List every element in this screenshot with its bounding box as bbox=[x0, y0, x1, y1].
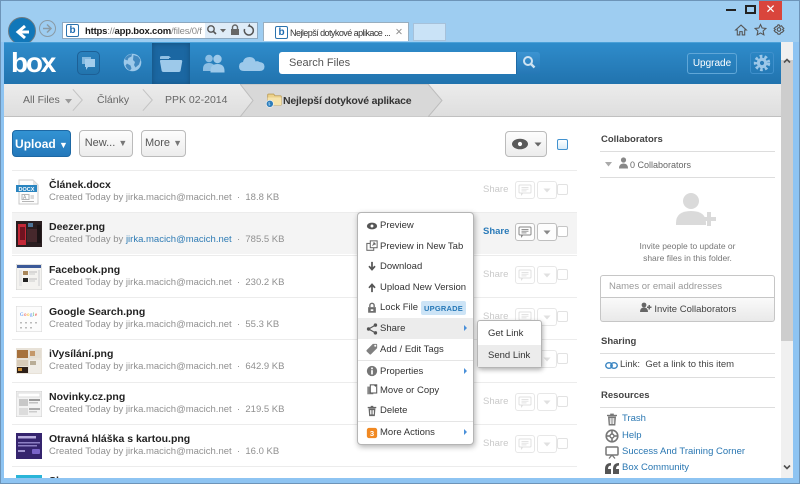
svg-text:3: 3 bbox=[370, 429, 374, 438]
svg-text:DOCX: DOCX bbox=[19, 187, 35, 193]
